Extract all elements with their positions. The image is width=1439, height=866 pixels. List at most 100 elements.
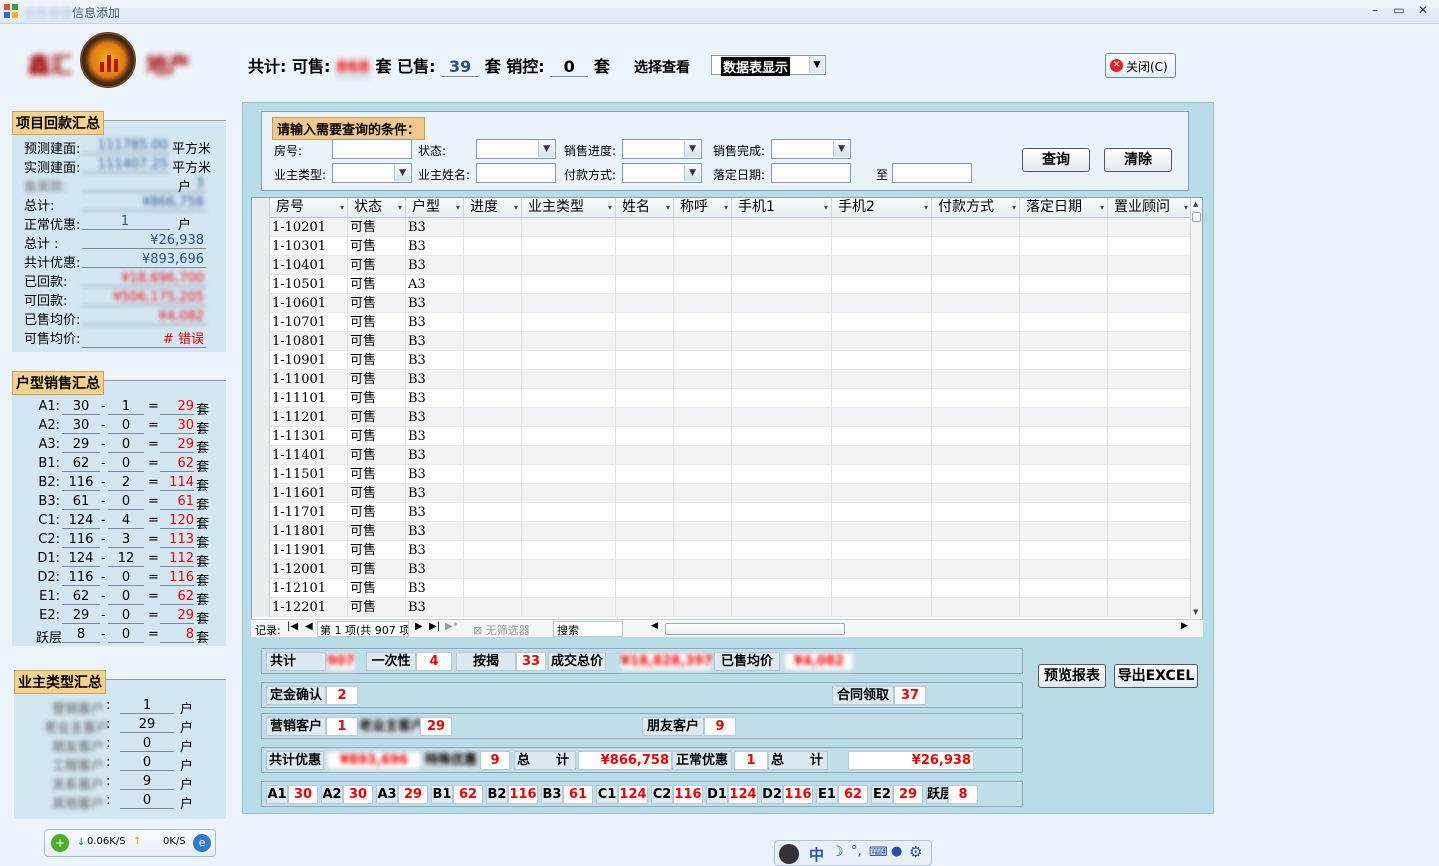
table-cell[interactable] — [522, 465, 616, 484]
column-header[interactable]: 落定日期 ▾ — [1020, 198, 1108, 218]
table-cell[interactable] — [1020, 313, 1108, 332]
table-cell[interactable] — [674, 541, 732, 560]
table-row[interactable]: 1-11701 可售 B3 — [252, 503, 1192, 522]
progress-select[interactable]: ▼ — [622, 139, 702, 159]
table-cell[interactable] — [932, 579, 1020, 598]
table-cell[interactable] — [522, 408, 616, 427]
table-cell[interactable] — [732, 579, 832, 598]
table-cell[interactable]: B3 — [406, 446, 464, 465]
table-cell[interactable]: B3 — [406, 389, 464, 408]
table-cell[interactable] — [1108, 522, 1192, 541]
table-row[interactable]: 1-11901 可售 B3 — [252, 541, 1192, 560]
table-cell[interactable]: 可售 — [348, 541, 406, 560]
no-filter-indicator[interactable]: ⊠ 无筛选器 — [473, 622, 530, 638]
table-cell[interactable] — [1108, 465, 1192, 484]
table-cell[interactable]: B3 — [406, 408, 464, 427]
table-cell[interactable] — [522, 560, 616, 579]
table-cell[interactable]: 1-10801 — [270, 332, 348, 351]
table-cell[interactable] — [464, 465, 522, 484]
table-cell[interactable]: 可售 — [348, 598, 406, 617]
column-header[interactable]: 户型 ▾ — [406, 198, 464, 218]
table-cell[interactable]: B3 — [406, 294, 464, 313]
table-row[interactable]: 1-11201 可售 B3 — [252, 408, 1192, 427]
table-cell[interactable] — [832, 427, 932, 446]
table-cell[interactable] — [732, 427, 832, 446]
table-row[interactable]: 1-11501 可售 B3 — [252, 465, 1192, 484]
record-position[interactable]: 第 1 项(共 907 项) — [317, 621, 409, 637]
table-cell[interactable] — [616, 218, 674, 237]
sort-dropdown-icon[interactable]: ▾ — [456, 198, 460, 217]
table-cell[interactable] — [1020, 446, 1108, 465]
table-cell[interactable]: 1-11501 — [270, 465, 348, 484]
table-cell[interactable] — [1108, 237, 1192, 256]
table-cell[interactable]: 1-11401 — [270, 446, 348, 465]
table-cell[interactable] — [616, 389, 674, 408]
table-cell[interactable] — [1020, 389, 1108, 408]
table-cell[interactable] — [522, 446, 616, 465]
table-cell[interactable] — [832, 332, 932, 351]
scroll-right-icon[interactable]: ▶ — [1181, 621, 1188, 631]
table-cell[interactable] — [1020, 484, 1108, 503]
table-cell[interactable] — [616, 598, 674, 617]
table-cell[interactable] — [832, 503, 932, 522]
column-header[interactable]: 房号 ▾ — [270, 198, 348, 218]
table-cell[interactable]: 1-10501 — [270, 275, 348, 294]
table-cell[interactable]: 可售 — [348, 446, 406, 465]
row-selector[interactable] — [252, 484, 270, 503]
table-cell[interactable] — [832, 465, 932, 484]
column-header[interactable]: 手机1 ▾ — [732, 198, 832, 218]
table-cell[interactable]: 1-11001 — [270, 370, 348, 389]
table-row[interactable]: 1-11801 可售 B3 — [252, 522, 1192, 541]
table-cell[interactable] — [464, 541, 522, 560]
table-cell[interactable] — [832, 579, 932, 598]
table-cell[interactable] — [732, 370, 832, 389]
table-cell[interactable] — [522, 332, 616, 351]
row-selector[interactable] — [252, 351, 270, 370]
table-cell[interactable] — [1108, 389, 1192, 408]
table-cell[interactable]: B3 — [406, 332, 464, 351]
table-cell[interactable] — [832, 560, 932, 579]
table-cell[interactable] — [1020, 427, 1108, 446]
scroll-left-icon[interactable]: ◀ — [651, 621, 658, 631]
table-cell[interactable]: A3 — [406, 275, 464, 294]
scroll-thumb[interactable] — [1192, 212, 1201, 222]
table-row[interactable]: 1-11601 可售 B3 — [252, 484, 1192, 503]
table-cell[interactable] — [732, 408, 832, 427]
table-cell[interactable] — [1108, 256, 1192, 275]
table-cell[interactable] — [464, 237, 522, 256]
table-cell[interactable] — [522, 351, 616, 370]
scroll-up-icon[interactable]: ▲ — [1193, 200, 1198, 208]
minimize-button[interactable]: – — [1367, 3, 1383, 17]
table-cell[interactable]: B3 — [406, 313, 464, 332]
table-cell[interactable] — [932, 522, 1020, 541]
table-cell[interactable]: 可售 — [348, 332, 406, 351]
table-cell[interactable] — [832, 446, 932, 465]
row-selector[interactable] — [252, 256, 270, 275]
scroll-down-icon[interactable]: ▼ — [1193, 608, 1198, 616]
ime-moon-icon[interactable]: ☽ — [831, 844, 844, 860]
table-cell[interactable] — [522, 389, 616, 408]
table-cell[interactable]: 1-10301 — [270, 237, 348, 256]
clear-button[interactable]: 清除 — [1104, 148, 1172, 172]
table-cell[interactable] — [674, 484, 732, 503]
table-cell[interactable] — [932, 351, 1020, 370]
table-cell[interactable] — [674, 370, 732, 389]
table-cell[interactable] — [1108, 275, 1192, 294]
table-cell[interactable]: 可售 — [348, 313, 406, 332]
table-cell[interactable] — [1020, 370, 1108, 389]
sort-dropdown-icon[interactable]: ▾ — [924, 198, 928, 217]
table-cell[interactable] — [732, 275, 832, 294]
sort-dropdown-icon[interactable]: ▾ — [398, 198, 402, 217]
table-cell[interactable] — [832, 484, 932, 503]
table-cell[interactable] — [832, 598, 932, 617]
table-cell[interactable] — [1108, 446, 1192, 465]
close-window-button[interactable]: ✕ — [1415, 3, 1431, 17]
table-cell[interactable] — [616, 294, 674, 313]
table-cell[interactable] — [464, 370, 522, 389]
table-cell[interactable] — [674, 389, 732, 408]
table-cell[interactable] — [616, 256, 674, 275]
table-cell[interactable] — [732, 256, 832, 275]
table-cell[interactable]: 可售 — [348, 579, 406, 598]
row-selector[interactable] — [252, 313, 270, 332]
table-cell[interactable] — [522, 370, 616, 389]
